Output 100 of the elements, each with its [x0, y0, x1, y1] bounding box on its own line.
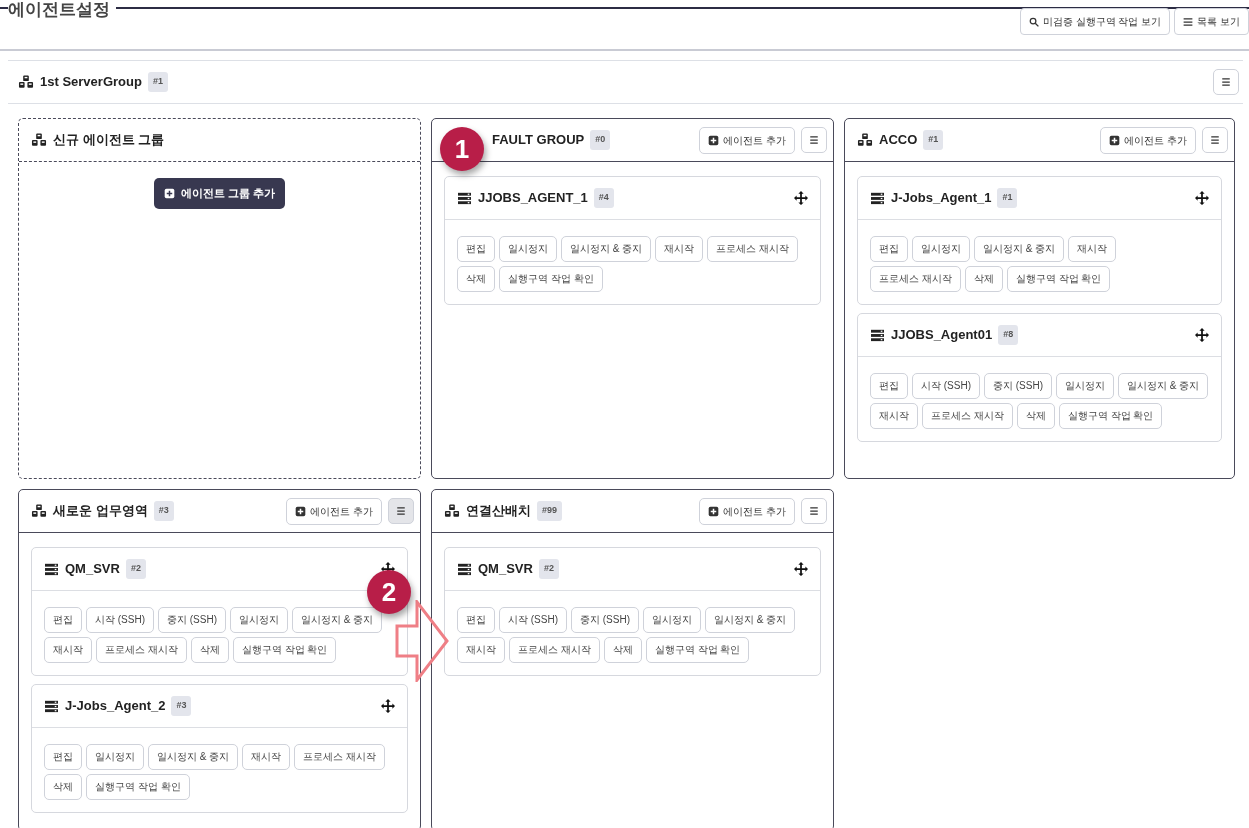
move-icon — [794, 191, 808, 205]
action-button[interactable]: 일시정지 & 중지 — [292, 607, 383, 633]
action-button[interactable]: 재시작 — [44, 637, 92, 663]
add-group-button[interactable]: 에이전트 그룹 추가 — [153, 178, 286, 209]
action-button[interactable]: 실행구역 작업 확인 — [1006, 266, 1111, 292]
move-icon — [381, 699, 395, 713]
action-button[interactable]: 일시정지 — [230, 607, 288, 633]
action-button[interactable]: 편집 — [457, 236, 495, 262]
callout-marker: 1 — [440, 127, 484, 171]
server-icon — [457, 191, 472, 205]
action-button[interactable]: 삭제 — [603, 637, 642, 663]
action-button[interactable]: 재시작 — [242, 744, 291, 770]
id-badge: #2 — [538, 559, 559, 579]
action-button[interactable]: 일시정지 & 중지 — [974, 236, 1065, 262]
action-button[interactable]: 실행구역 작업 확인 — [499, 266, 603, 292]
group-title: 신규 에이전트 그룹 — [53, 131, 165, 150]
cubes-icon — [31, 132, 47, 148]
action-button[interactable]: 시작 (SSH) — [86, 607, 154, 633]
action-button[interactable]: 실행구역 작업 확인 — [1058, 403, 1163, 429]
id-badge: #99 — [537, 501, 563, 521]
server-icon — [870, 191, 885, 205]
plus-square-icon — [163, 187, 175, 199]
list-icon — [1183, 16, 1194, 27]
search-icon — [1028, 16, 1039, 27]
action-button[interactable]: 시작 (SSH) — [912, 373, 980, 399]
server-icon — [457, 562, 472, 576]
action-button[interactable]: 일시정지 — [643, 607, 701, 633]
action-button[interactable]: 중지 (SSH) — [984, 373, 1052, 399]
action-button[interactable]: 편집 — [870, 236, 908, 262]
action-button[interactable]: 중지 (SSH) — [158, 607, 226, 633]
menu-button[interactable] — [388, 498, 414, 524]
action-button[interactable]: 재시작 — [457, 637, 505, 663]
action-button[interactable]: 삭제 — [457, 266, 495, 292]
action-button[interactable]: 프로세스 재시작 — [707, 236, 798, 262]
menu-icon — [809, 506, 819, 516]
action-button[interactable]: 실행구역 작업 확인 — [645, 637, 750, 663]
action-button[interactable]: 일시정지 & 중지 — [561, 236, 652, 262]
action-button[interactable]: 실행구역 작업 확인 — [232, 637, 337, 663]
action-button[interactable]: 재시작 — [1068, 236, 1117, 262]
menu-icon — [396, 506, 406, 516]
page-title: 에이전트설정 — [8, 0, 116, 21]
agent-name: J-Jobs_Agent_1 — [891, 189, 992, 208]
action-button[interactable]: 일시정지 — [86, 744, 144, 770]
menu-icon — [1210, 135, 1220, 145]
menu-button[interactable] — [1213, 69, 1239, 95]
action-button[interactable]: 프로세스 재시작 — [870, 266, 961, 292]
menu-icon — [809, 135, 819, 145]
action-button[interactable]: 삭제 — [44, 774, 82, 800]
agent-name: J-Jobs_Agent_2 — [65, 697, 166, 716]
move-icon — [1195, 191, 1209, 205]
id-badge: #1 — [147, 72, 168, 92]
id-badge: #1 — [997, 188, 1018, 208]
action-button[interactable]: 삭제 — [190, 637, 229, 663]
action-button[interactable]: 시작 (SSH) — [499, 607, 567, 633]
id-badge: #0 — [590, 130, 611, 150]
action-button[interactable]: 프로세스 재시작 — [96, 637, 187, 663]
action-button[interactable]: 편집 — [44, 744, 82, 770]
action-button[interactable]: 프로세스 재시작 — [509, 637, 600, 663]
id-badge: #3 — [171, 696, 192, 716]
add-agent-button[interactable]: 에이전트 추가 — [286, 497, 382, 525]
add-agent-button[interactable]: 에이전트 추가 — [699, 497, 795, 525]
group-title: 연결산배치 — [466, 502, 531, 521]
menu-button[interactable] — [801, 127, 827, 153]
cubes-icon — [31, 503, 47, 519]
action-button[interactable]: 일시정지 — [912, 236, 970, 262]
action-button[interactable]: 일시정지 & 중지 — [1118, 373, 1209, 399]
action-button[interactable]: 삭제 — [964, 266, 1003, 292]
menu-button[interactable] — [1202, 127, 1228, 153]
action-button[interactable]: 일시정지 & 중지 — [148, 744, 239, 770]
action-button[interactable]: 실행구역 작업 확인 — [86, 774, 190, 800]
action-button[interactable]: 프로세스 재시작 — [922, 403, 1013, 429]
server-icon — [870, 328, 885, 342]
add-agent-button[interactable]: 에이전트 추가 — [699, 126, 795, 154]
menu-button[interactable] — [801, 498, 827, 524]
id-badge: #3 — [153, 501, 174, 521]
id-badge: #1 — [923, 130, 944, 150]
toolbar-button[interactable]: 미검증 실행구역 작업 보기 — [1019, 8, 1171, 35]
toolbar-button[interactable]: 목록 보기 — [1174, 8, 1249, 35]
callout-marker: 2 — [367, 570, 411, 614]
action-button[interactable]: 일시정지 & 중지 — [705, 607, 796, 633]
group-title: FAULT GROUP — [492, 131, 585, 150]
group-title: 새로운 업무영역 — [53, 502, 148, 521]
agent-name: QM_SVR — [478, 560, 533, 579]
add-agent-button[interactable]: 에이전트 추가 — [1100, 126, 1196, 154]
action-button[interactable]: 편집 — [870, 373, 908, 399]
server-icon — [44, 699, 59, 713]
action-button[interactable]: 프로세스 재시작 — [294, 744, 385, 770]
agent-name: JJOBS_AGENT_1 — [478, 189, 588, 208]
action-button[interactable]: 재시작 — [870, 403, 918, 429]
cubes-icon — [444, 503, 460, 519]
cubes-icon — [857, 132, 873, 148]
action-button[interactable]: 일시정지 — [1056, 373, 1114, 399]
action-button[interactable]: 편집 — [457, 607, 495, 633]
action-button[interactable]: 편집 — [44, 607, 82, 633]
action-button[interactable]: 삭제 — [1016, 403, 1055, 429]
plus-square-icon — [1109, 134, 1121, 146]
action-button[interactable]: 중지 (SSH) — [571, 607, 639, 633]
server-icon — [44, 562, 59, 576]
action-button[interactable]: 일시정지 — [499, 236, 557, 262]
action-button[interactable]: 재시작 — [655, 236, 704, 262]
